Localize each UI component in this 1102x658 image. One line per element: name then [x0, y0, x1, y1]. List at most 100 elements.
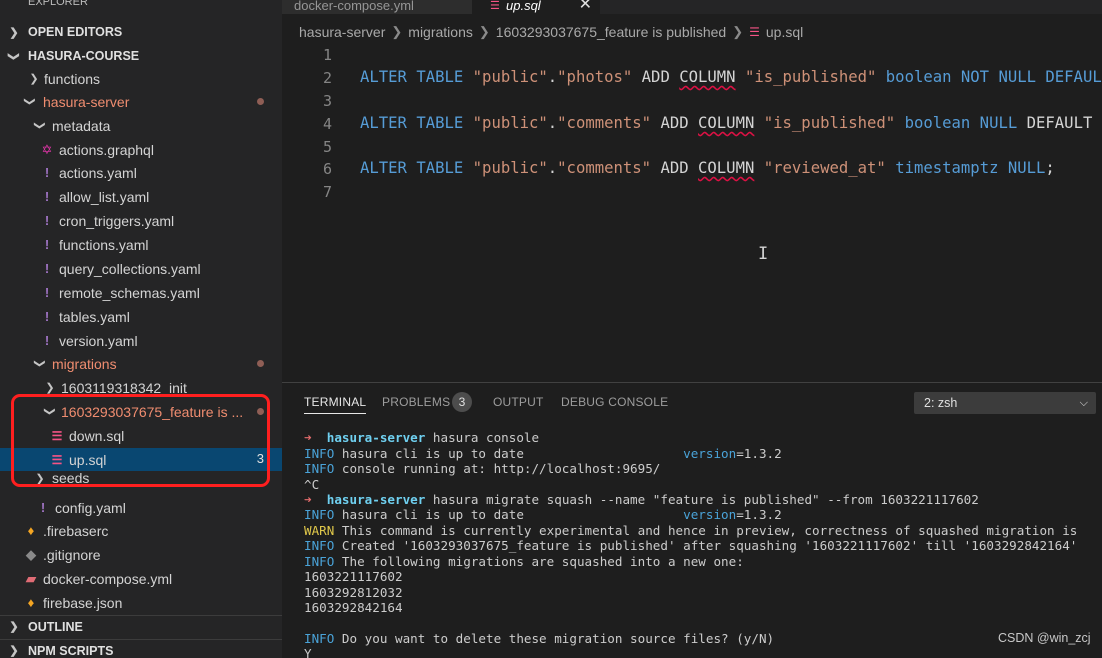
modified-dot-icon [257, 360, 264, 367]
breadcrumb-item[interactable]: hasura-server [299, 24, 385, 40]
terminal-select[interactable]: 2: zsh ⌵ [914, 392, 1096, 414]
section-npm-scripts[interactable]: ❯ NPM SCRIPTS [0, 639, 282, 658]
yaml-file-icon: ! [44, 285, 50, 300]
tree-file-gitignore[interactable]: ◆ .gitignore [0, 543, 282, 566]
tree-file-tables[interactable]: ! tables.yaml [0, 305, 282, 328]
yaml-file-icon: ! [44, 333, 50, 348]
tab-output[interactable]: OUTPUT [493, 395, 544, 409]
section-open-editors[interactable]: ❯ OPEN EDITORS [0, 21, 282, 43]
terminal-line: WARN This command is currently experimen… [304, 523, 1078, 538]
tab-up-sql[interactable]: ☰ up.sql ✕ [472, 0, 600, 14]
explorer-sidebar: EXPLORER ··· ❯ OPEN EDITORS ❯ HASURA-COU… [0, 0, 282, 658]
graphql-icon: ✡ [41, 141, 53, 157]
editor-tab-bar: docker-compose.yml ☰ up.sql ✕ [282, 0, 1102, 14]
database-file-icon: ☰ [51, 452, 63, 467]
problem-count-badge: 3 [256, 451, 264, 466]
chevron-down-icon: ❯ [33, 120, 46, 131]
tree-folder-hasura-server[interactable]: ❯ hasura-server [0, 90, 282, 113]
yaml-file-icon: ! [44, 165, 50, 180]
tree-file-config[interactable]: ! config.yaml [0, 496, 282, 519]
chevron-down-icon: ❯ [43, 406, 56, 417]
section-label: OUTLINE [28, 619, 83, 634]
tree-file-actions-yaml[interactable]: ! actions.yaml [0, 161, 282, 184]
section-label: NPM SCRIPTS [28, 643, 114, 658]
tree-folder-metadata[interactable]: ❯ metadata [0, 114, 282, 137]
terminal-line: INFO The following migrations are squash… [304, 554, 744, 569]
terminal-line: 1603221117602 [304, 569, 403, 584]
yaml-file-icon: ! [44, 261, 50, 276]
code-line-2: ALTER TABLE "public"."photos" ADD COLUMN… [360, 68, 1102, 86]
line-number: 5 [322, 138, 332, 156]
more-actions-icon[interactable]: ··· [246, 0, 262, 6]
terminal-line: Y [304, 646, 312, 658]
database-file-icon: ☰ [749, 25, 760, 39]
bottom-panel: TERMINAL PROBLEMS 3 OUTPUT DEBUG CONSOLE… [282, 382, 1102, 658]
section-hasura-course[interactable]: ❯ HASURA-COURSE [0, 45, 282, 67]
chevron-down-icon: ❯ [33, 358, 46, 369]
breadcrumb: hasura-server ❯ migrations ❯ 16032930376… [299, 22, 803, 42]
breadcrumb-item[interactable]: up.sql [766, 24, 803, 40]
chevron-right-icon: ❯ [35, 472, 45, 485]
database-file-icon: ☰ [490, 0, 500, 12]
chevron-down-icon: ❯ [7, 51, 20, 61]
terminal-line: INFO Created '1603293037675_feature is p… [304, 538, 1078, 553]
tab-terminal[interactable]: TERMINAL [304, 395, 367, 414]
tab-debug-console[interactable]: DEBUG CONSOLE [561, 395, 668, 409]
chevron-right-icon: ❯ [29, 73, 39, 85]
tree-folder-migrations[interactable]: ❯ migrations [0, 352, 282, 375]
tree-file-firebase-json[interactable]: ♦ firebase.json [0, 591, 282, 614]
tree-file-down-sql[interactable]: ☰ down.sql [0, 424, 282, 447]
breadcrumb-item[interactable]: migrations [408, 24, 473, 40]
explorer-title: EXPLORER [28, 0, 88, 8]
tree-folder-functions[interactable]: ❯ functions [0, 67, 282, 90]
section-outline[interactable]: ❯ OUTLINE [0, 615, 282, 637]
tree-file-firebaserc[interactable]: ♦ .firebaserc [0, 519, 282, 542]
tree-file-functions-yaml[interactable]: ! functions.yaml [0, 233, 282, 256]
chevron-right-icon: ❯ [9, 26, 19, 39]
problems-count-badge: 3 [452, 392, 472, 412]
tree-folder-feature[interactable]: ❯ 1603293037675_feature is ... [0, 400, 282, 423]
tree-file-actions-graphql[interactable]: ✡ actions.graphql [0, 138, 282, 161]
yaml-file-icon: ! [44, 189, 50, 204]
watermark: CSDN @win_zcj [998, 631, 1091, 645]
code-line-6: ALTER TABLE "public"."comments" ADD COLU… [360, 159, 1055, 177]
close-icon[interactable]: ✕ [579, 0, 592, 14]
chevron-down-icon: ❯ [23, 96, 36, 107]
tree-file-docker-compose[interactable]: ▰ docker-compose.yml [0, 567, 282, 590]
breadcrumb-item[interactable]: 1603293037675_feature is published [496, 24, 726, 40]
tree-folder-init[interactable]: ❯ 1603119318342_init [0, 376, 282, 399]
firebase-icon: ♦ [27, 595, 35, 610]
yaml-file-icon: ! [44, 213, 50, 228]
code-editor[interactable]: 1 2 3 4 5 6 7 ALTER TABLE "public"."phot… [282, 42, 1102, 382]
terminal-line: ➜ hasura-server hasura migrate squash --… [304, 492, 979, 507]
yaml-file-icon: ! [44, 237, 50, 252]
tree-file-cron-triggers[interactable]: ! cron_triggers.yaml [0, 209, 282, 232]
tab-problems[interactable]: PROBLEMS [382, 395, 450, 409]
terminal-line: 1603292812032 [304, 585, 403, 600]
tree-folder-seeds[interactable]: ❯ seeds [0, 472, 282, 484]
chevron-right-icon: ❯ [9, 621, 19, 633]
tree-file-up-sql[interactable]: ☰ up.sql 3 [0, 448, 282, 471]
tab-docker-compose[interactable]: docker-compose.yml [282, 0, 472, 14]
section-label: OPEN EDITORS [28, 25, 123, 39]
tree-file-allow-list[interactable]: ! allow_list.yaml [0, 185, 282, 208]
modified-dot-icon [257, 408, 264, 415]
chevron-right-icon: ❯ [45, 382, 55, 394]
section-label: HASURA-COURSE [28, 49, 140, 63]
tree-file-query-collections[interactable]: ! query_collections.yaml [0, 257, 282, 280]
tree-file-version[interactable]: ! version.yaml [0, 329, 282, 352]
terminal-line: INFO hasura cli is up to date version=1.… [304, 446, 782, 461]
chevron-down-icon: ⌵ [1079, 397, 1088, 409]
terminal-line: INFO hasura cli is up to date version=1.… [304, 507, 782, 522]
yaml-file-icon: ! [40, 500, 46, 515]
docker-icon: ▰ [26, 570, 36, 586]
code-line-4: ALTER TABLE "public"."comments" ADD COLU… [360, 114, 1102, 132]
line-number: 2 [322, 69, 332, 87]
tree-file-remote-schemas[interactable]: ! remote_schemas.yaml [0, 281, 282, 304]
line-number: 3 [322, 92, 332, 110]
terminal-line: ^C [304, 477, 320, 492]
chevron-right-icon: ❯ [391, 24, 403, 39]
modified-dot-icon [257, 98, 264, 105]
terminal-line: ➜ hasura-server hasura console [304, 430, 540, 445]
line-number: 4 [322, 115, 332, 133]
